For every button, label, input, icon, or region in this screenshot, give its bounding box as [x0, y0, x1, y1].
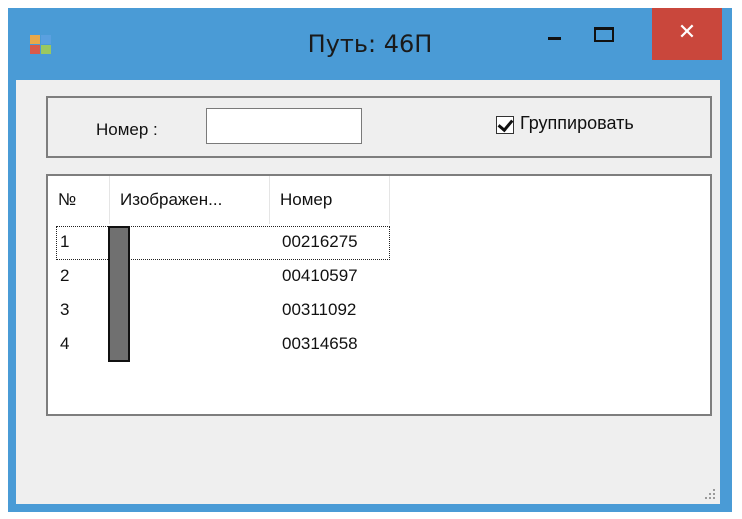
row-index: 4 [60, 334, 70, 353]
row-index: 2 [60, 266, 70, 285]
row-number: 00311092 [282, 300, 357, 319]
row-image-thumbnail [108, 226, 130, 260]
row-number: 00410597 [282, 266, 358, 285]
client-area: Номер : Группировать № Изображен... Номе… [16, 80, 720, 504]
number-input[interactable] [206, 108, 362, 144]
row-number: 00314658 [282, 334, 358, 353]
column-header-number[interactable]: Номер [270, 176, 390, 224]
close-button[interactable]: ✕ [652, 8, 722, 60]
list-rows: 1 00216275 2 00410597 3 00311092 4 00314… [48, 226, 710, 362]
title-bar[interactable]: Путь: 46П ✕ [8, 8, 732, 80]
row-image-thumbnail [108, 328, 130, 362]
row-index: 1 [60, 232, 70, 251]
row-number: 00216275 [282, 232, 358, 251]
number-label: Номер : [96, 120, 158, 139]
list-row[interactable]: 3 00311092 [48, 294, 710, 328]
close-icon: ✕ [677, 20, 697, 45]
row-index: 3 [60, 300, 70, 319]
main-window: Путь: 46П ✕ Номер : Группировать № Изобр… [8, 8, 732, 512]
minimize-button[interactable] [538, 8, 574, 60]
column-header-image[interactable]: Изображен... [110, 176, 270, 224]
row-image-thumbnail [108, 260, 130, 294]
records-listview[interactable]: № Изображен... Номер 1 00216275 2 004105… [46, 174, 712, 416]
group-checkbox[interactable] [496, 116, 514, 134]
group-checkbox-label[interactable]: Группировать [520, 113, 634, 134]
column-header-num[interactable]: № [48, 176, 110, 224]
list-row[interactable]: 2 00410597 [48, 260, 710, 294]
row-image-thumbnail [108, 294, 130, 328]
resize-grip-icon[interactable] [704, 488, 716, 500]
maximize-button[interactable] [580, 8, 628, 60]
list-row[interactable]: 1 00216275 [48, 226, 710, 260]
list-row[interactable]: 4 00314658 [48, 328, 710, 362]
filter-groupbox: Номер : Группировать [46, 96, 712, 158]
